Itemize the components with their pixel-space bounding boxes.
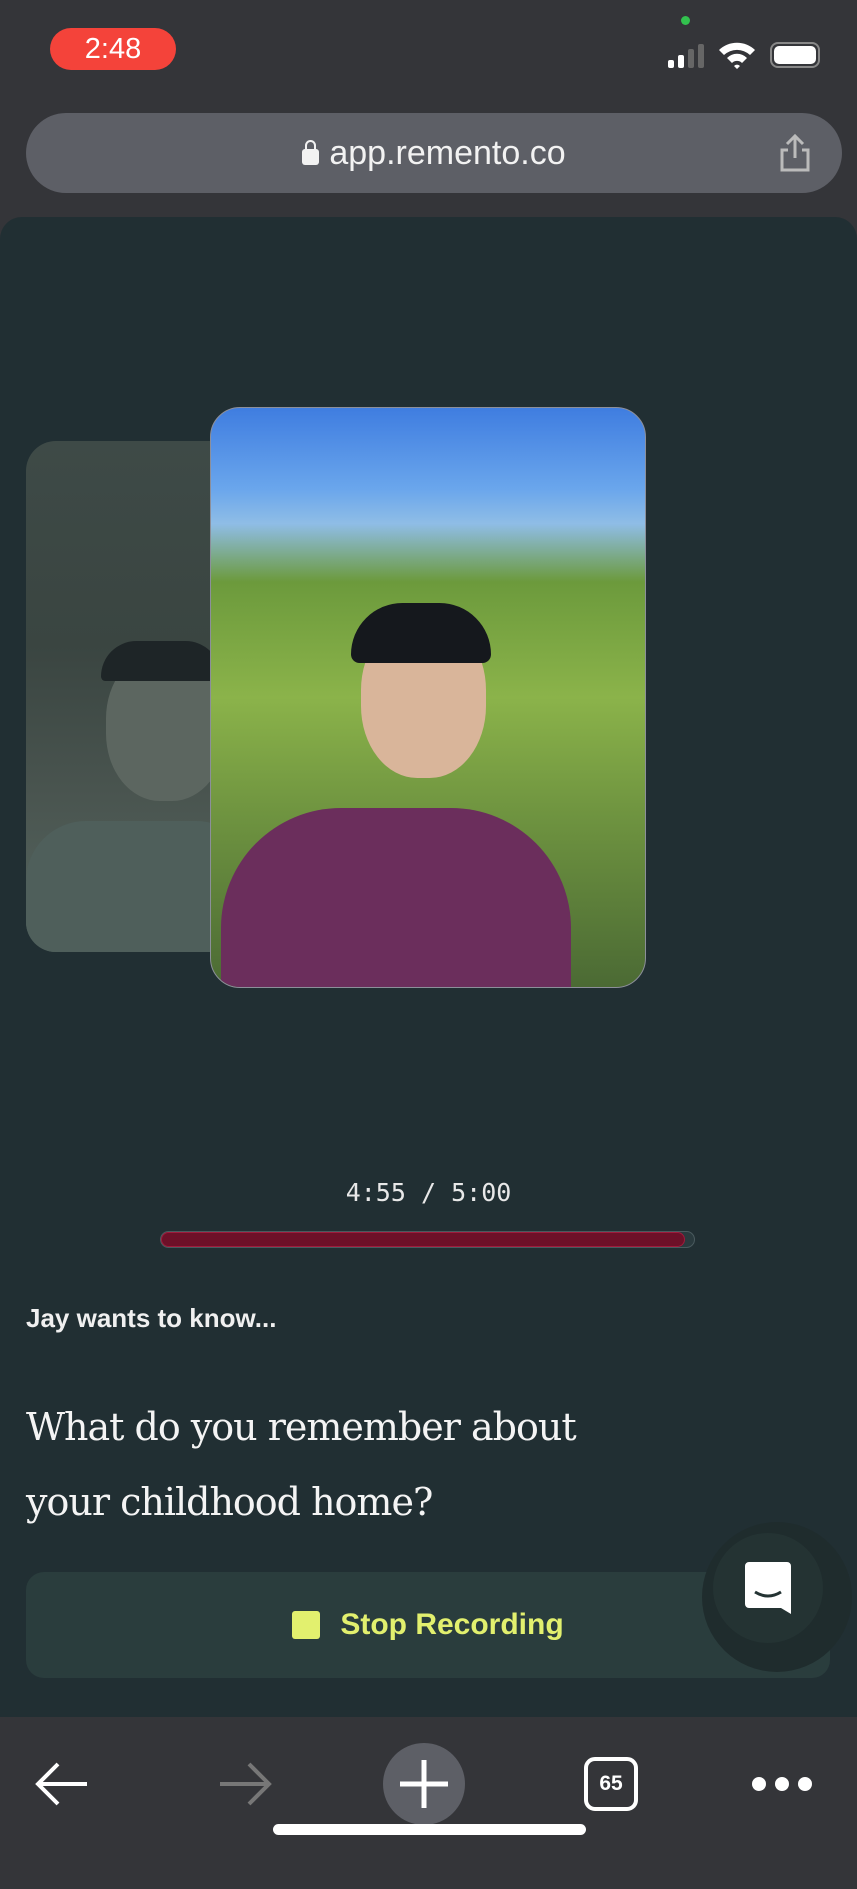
tab-count: 65 bbox=[599, 1772, 623, 1795]
battery-icon bbox=[770, 42, 820, 68]
status-time: 2:48 bbox=[50, 28, 176, 70]
share-icon[interactable] bbox=[778, 133, 812, 173]
camera-in-use-indicator bbox=[681, 16, 690, 25]
prompt-question: What do you remember about your childhood… bbox=[26, 1390, 626, 1540]
chat-button[interactable] bbox=[713, 1533, 823, 1643]
url-text: app.remento.co bbox=[329, 134, 566, 172]
url-display[interactable]: app.remento.co bbox=[26, 113, 842, 193]
chat-icon bbox=[745, 1562, 791, 1614]
more-button[interactable] bbox=[737, 1739, 827, 1829]
prompt-author-label: Jay wants to know... bbox=[26, 1303, 277, 1333]
elapsed-time: 4:55 bbox=[345, 1178, 406, 1207]
address-bar[interactable]: app.remento.co bbox=[26, 113, 842, 193]
home-indicator[interactable] bbox=[273, 1824, 586, 1835]
forward-button[interactable] bbox=[200, 1739, 290, 1829]
browser-toolbar: 65 bbox=[0, 1717, 857, 1889]
new-tab-icon bbox=[400, 1760, 448, 1808]
total-time: 5:00 bbox=[451, 1178, 512, 1207]
back-button[interactable] bbox=[17, 1739, 107, 1829]
recording-timer: 4:55 / 5:00 bbox=[0, 1178, 857, 1207]
more-icon bbox=[752, 1777, 812, 1791]
timer-separator: / bbox=[420, 1178, 437, 1207]
signal-icon bbox=[668, 44, 706, 68]
tabs-icon: 65 bbox=[584, 1757, 638, 1811]
question-line: your childhood home? bbox=[26, 1480, 433, 1524]
question-line: What do you remember about bbox=[26, 1405, 577, 1449]
live-camera-preview bbox=[210, 407, 646, 988]
wifi-icon bbox=[719, 42, 755, 69]
new-tab-button[interactable] bbox=[383, 1743, 465, 1825]
stop-recording-label: Stop Recording bbox=[340, 1608, 564, 1641]
stop-icon bbox=[292, 1611, 321, 1639]
back-arrow-icon bbox=[35, 1762, 87, 1806]
progress-fill bbox=[161, 1232, 685, 1247]
tabs-button[interactable]: 65 bbox=[566, 1739, 656, 1829]
lock-icon bbox=[302, 140, 320, 165]
forward-arrow-icon bbox=[220, 1762, 272, 1806]
recording-progress-bar bbox=[160, 1231, 695, 1248]
